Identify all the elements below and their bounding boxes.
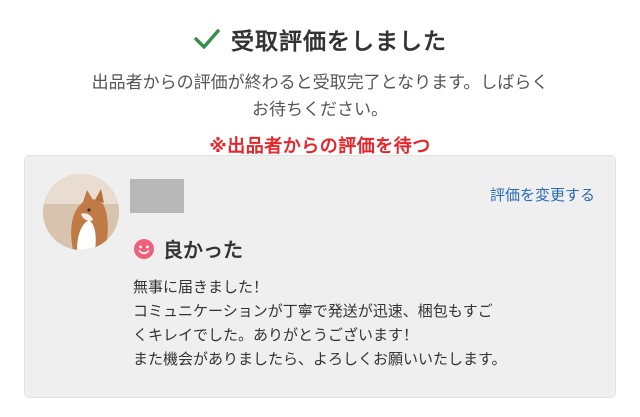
description-line-2: お待ちください。 [252,100,388,120]
description: 出品者からの評価が終わると受取完了となります。しばらく お待ちください。 [22,70,618,124]
comment-line: 無事に届きました！ [133,278,269,296]
comment-line: くキレイでした。ありがとうございます！ [133,326,419,344]
header: 受取評価をしました [0,22,640,58]
description-line-1: 出品者からの評価が終わると受取完了となります。しばらく [91,73,549,93]
header-row: 受取評価をしました [193,22,447,56]
change-rating-link[interactable]: 評価を変更する [490,184,595,205]
comment-line: また機会がありましたら、よろしくお願いいたします。 [133,350,507,368]
page-title: 受取評価をしました [231,29,447,55]
cat-avatar[interactable] [43,174,119,250]
rating-label: 良かった [163,238,243,262]
comment-line: コミュニケーションが丁寧で発送が迅速、梱包もすご [133,302,493,320]
rating: 良かった [133,234,243,263]
check-icon [193,27,221,51]
username-placeholder [130,179,184,213]
review-card: 評価を変更する 良かった 無事に届きました！ コミュニケーションが丁寧で発送が迅… [24,155,616,398]
smile-face-icon [133,238,155,260]
review-comment: 無事に届きました！ コミュニケーションが丁寧で発送が迅速、梱包もすご くキレイで… [133,275,603,371]
